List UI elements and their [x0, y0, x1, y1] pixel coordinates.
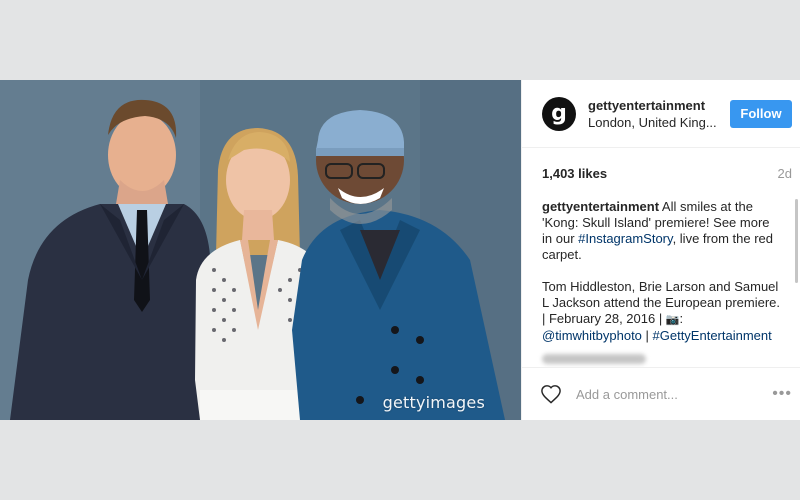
likes-count[interactable]: 1,403 likes	[542, 166, 607, 181]
comment-input[interactable]	[574, 385, 773, 403]
post-stats: 1,403 likes 2d	[522, 148, 800, 181]
caption-paragraph-2: Tom Hiddleston, Brie Larson and Samuel L…	[542, 279, 782, 344]
post-side-panel: g gettyentertainment London, United King…	[521, 80, 800, 420]
post-photo[interactable]: gettyimages	[0, 80, 521, 420]
user-meta: gettyentertainment London, United King..…	[588, 98, 730, 130]
instagram-post: gettyimages g gettyentertainment London,…	[0, 80, 800, 420]
photo-illustration	[0, 80, 521, 420]
camera-icon: 📷	[665, 314, 680, 326]
follow-button[interactable]: Follow	[730, 99, 792, 128]
caption-scrollbar[interactable]	[795, 199, 798, 283]
hashtag-link-gettyentertainment[interactable]: #GettyEntertainment	[653, 328, 772, 343]
comment-bar: •••	[522, 367, 800, 420]
mention-link-timwhitbyphoto[interactable]: @timwhitbyphoto	[542, 328, 642, 343]
gettyimages-watermark: gettyimages	[382, 393, 485, 412]
blurred-comment	[542, 354, 646, 364]
location-link[interactable]: London, United King...	[588, 115, 730, 130]
caption-paragraph-1: gettyentertainment All smiles at the 'Ko…	[542, 199, 782, 263]
username-link[interactable]: gettyentertainment	[588, 98, 730, 113]
caption-separator: |	[641, 328, 653, 343]
caption-username-link[interactable]: gettyentertainment	[542, 199, 659, 214]
caption-text-2a: Tom Hiddleston, Brie Larson and Samuel L…	[542, 279, 780, 326]
caption-area: gettyentertainment All smiles at the 'Ko…	[522, 181, 800, 367]
post-header: g gettyentertainment London, United King…	[522, 80, 800, 148]
avatar[interactable]: g	[542, 96, 576, 131]
post-timestamp[interactable]: 2d	[778, 166, 792, 181]
more-options-icon[interactable]: •••	[772, 385, 792, 403]
caption-text-2b: :	[679, 311, 684, 326]
heart-icon[interactable]	[540, 384, 562, 404]
hashtag-link-instagramstory[interactable]: #InstagramStory	[578, 231, 672, 246]
